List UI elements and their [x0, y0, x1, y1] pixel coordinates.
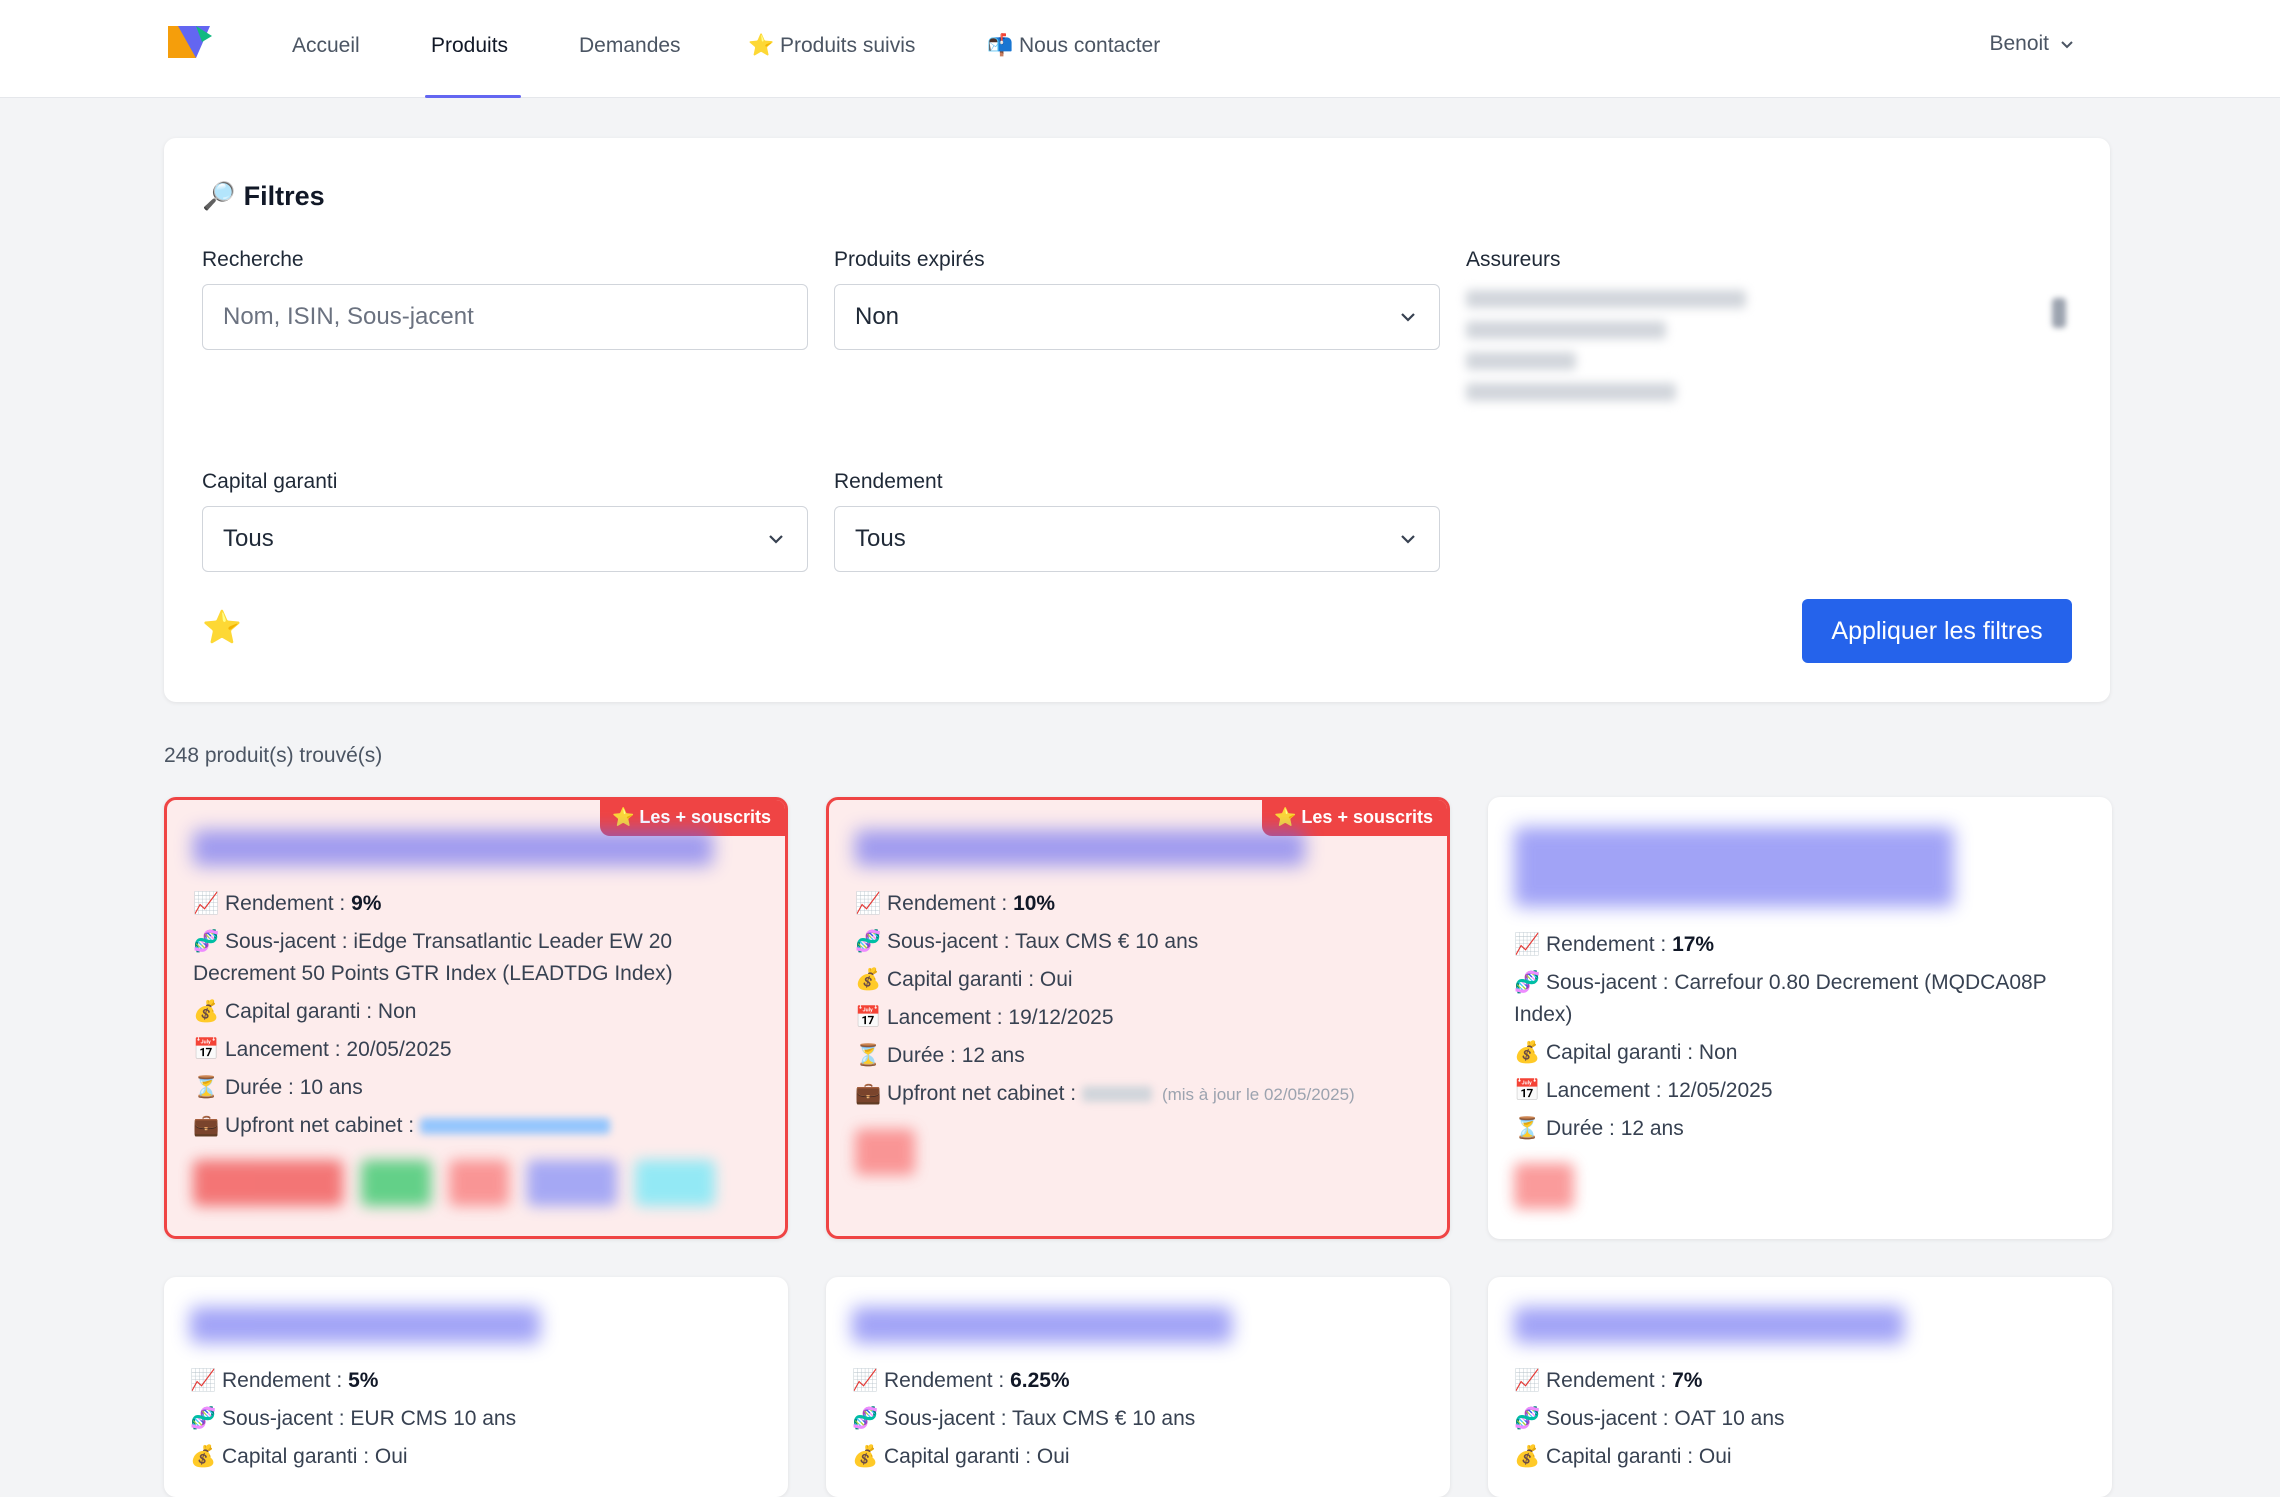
magnifier-icon: 🔎	[202, 181, 236, 211]
insurer-logos	[193, 1160, 759, 1206]
product-card[interactable]: 📈 Rendement : 5% 🧬 Sous-jacent : EUR CMS…	[164, 1277, 788, 1497]
nav-accueil[interactable]: Accueil	[292, 34, 360, 58]
user-name: Benoit	[1989, 32, 2049, 55]
favorites-star-icon[interactable]: ⭐	[202, 608, 242, 646]
insurers-label: Assureurs	[1466, 248, 1561, 271]
product-title[interactable]	[855, 830, 1305, 866]
scrollbar[interactable]	[2052, 298, 2066, 328]
app-logo-icon[interactable]	[166, 22, 216, 62]
search-label: Recherche	[202, 248, 304, 271]
product-title[interactable]	[190, 1307, 540, 1343]
product-title[interactable]	[1514, 1307, 1904, 1343]
product-title[interactable]	[193, 830, 713, 866]
product-title[interactable]	[852, 1307, 1232, 1343]
product-title[interactable]	[1514, 827, 1954, 907]
insurer-logos	[855, 1129, 1421, 1175]
filters-title: 🔎 Filtres	[202, 180, 325, 212]
chevron-down-icon	[1401, 535, 1415, 544]
product-card[interactable]: ⭐ Les + souscrits 📈 Rendement : 10% 🧬 So…	[826, 797, 1450, 1239]
user-menu[interactable]: Benoit	[1989, 32, 2075, 56]
chevron-down-icon	[769, 535, 783, 544]
search-input[interactable]: Nom, ISIN, Sous-jacent	[202, 284, 808, 350]
nav-produits[interactable]: Produits	[431, 34, 508, 58]
expired-select[interactable]: Non	[834, 284, 1440, 350]
product-card[interactable]: ⭐ Les + souscrits 📈 Rendement : 9% 🧬 Sou…	[164, 797, 788, 1239]
yield-select[interactable]: Tous	[834, 506, 1440, 572]
top-navbar: Accueil Produits Demandes ⭐ Produits sui…	[0, 0, 2280, 98]
capital-select[interactable]: Tous	[202, 506, 808, 572]
active-tab-indicator	[425, 95, 521, 98]
apply-filters-button[interactable]: Appliquer les filtres	[1802, 599, 2072, 663]
result-count: 248 produit(s) trouvé(s)	[164, 744, 383, 767]
chevron-down-icon	[2061, 41, 2073, 49]
upfront-request-link[interactable]	[419, 1118, 610, 1135]
product-card[interactable]: 📈 Rendement : 6.25% 🧬 Sous-jacent : Taux…	[826, 1277, 1450, 1497]
insurer-logos	[1514, 1163, 2086, 1209]
nav-demandes[interactable]: Demandes	[579, 34, 681, 58]
expired-label: Produits expirés	[834, 248, 985, 271]
chevron-down-icon	[1401, 313, 1415, 322]
yield-label: Rendement	[834, 470, 943, 493]
insurers-multiselect[interactable]	[1466, 290, 2066, 440]
filters-panel: 🔎 Filtres Recherche Nom, ISIN, Sous-jace…	[164, 138, 2110, 702]
product-card[interactable]: 📈 Rendement : 17% 🧬 Sous-jacent : Carref…	[1488, 797, 2112, 1239]
nav-produits-suivis[interactable]: ⭐ Produits suivis	[748, 34, 915, 58]
nav-nous-contacter[interactable]: 📬 Nous contacter	[987, 34, 1160, 58]
product-card[interactable]: 📈 Rendement : 7% 🧬 Sous-jacent : OAT 10 …	[1488, 1277, 2112, 1497]
capital-label: Capital garanti	[202, 470, 338, 493]
